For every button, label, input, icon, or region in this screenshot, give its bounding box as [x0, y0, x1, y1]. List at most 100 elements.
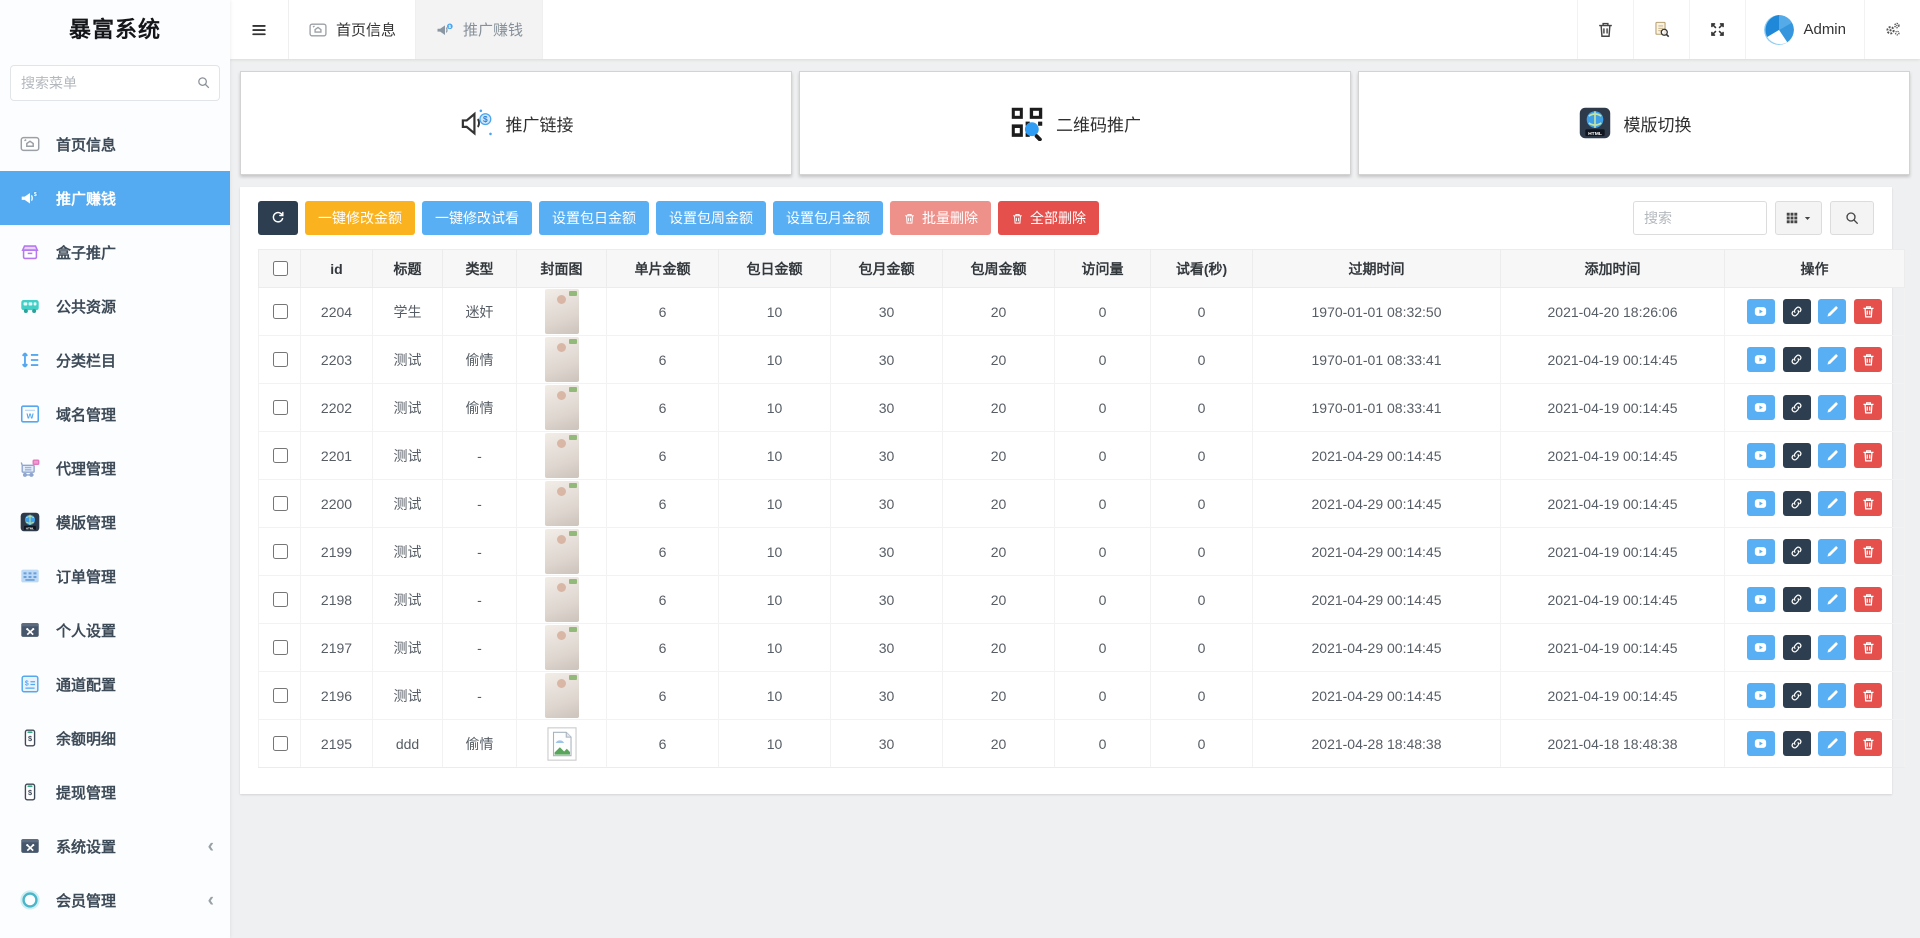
row-checkbox[interactable]: [273, 544, 288, 559]
broken-image-icon[interactable]: [547, 727, 577, 761]
delete-button[interactable]: [1854, 443, 1882, 468]
sidebar-item[interactable]: $ 推广赚钱 ‹: [0, 171, 230, 225]
link-button[interactable]: [1783, 731, 1811, 756]
play-button[interactable]: [1747, 347, 1775, 372]
play-button[interactable]: [1747, 443, 1775, 468]
play-button[interactable]: [1747, 683, 1775, 708]
delete-button[interactable]: [1854, 491, 1882, 516]
link-button[interactable]: [1783, 443, 1811, 468]
delete-button[interactable]: [1854, 731, 1882, 756]
row-checkbox[interactable]: [273, 448, 288, 463]
clear-cache-button[interactable]: [1577, 0, 1633, 59]
sidebar-item[interactable]: 会员管理 ‹: [0, 873, 230, 927]
select-all-checkbox[interactable]: [273, 261, 288, 276]
link-button[interactable]: [1783, 683, 1811, 708]
link-button[interactable]: [1783, 587, 1811, 612]
sidebar-item[interactable]: 首页信息 ‹: [0, 117, 230, 171]
sidebar-item[interactable]: 系统设置 ‹: [0, 819, 230, 873]
edit-button[interactable]: [1818, 347, 1846, 372]
row-checkbox[interactable]: [273, 352, 288, 367]
refresh-button[interactable]: [258, 201, 298, 235]
play-button[interactable]: [1747, 539, 1775, 564]
row-checkbox[interactable]: [273, 304, 288, 319]
link-button[interactable]: [1783, 299, 1811, 324]
cover-thumbnail[interactable]: [545, 337, 579, 382]
set-month-price-button[interactable]: 设置包月金额: [773, 201, 883, 235]
card-template-switch[interactable]: HTML 模版切换: [1358, 71, 1910, 175]
sidebar-item[interactable]: 个人设置 ‹: [0, 603, 230, 657]
edit-button[interactable]: [1818, 491, 1846, 516]
edit-button[interactable]: [1818, 539, 1846, 564]
cover-thumbnail[interactable]: [545, 289, 579, 334]
bulk-edit-preview-button[interactable]: 一键修改试看: [422, 201, 532, 235]
cover-thumbnail[interactable]: [545, 673, 579, 718]
sidebar-item[interactable]: HTML 模版管理 ‹: [0, 495, 230, 549]
fullscreen-button[interactable]: [1689, 0, 1745, 59]
card-promo-link[interactable]: $ 推广链接: [240, 71, 792, 175]
delete-button[interactable]: [1854, 299, 1882, 324]
play-button[interactable]: [1747, 635, 1775, 660]
card-qrcode-promo[interactable]: 二维码推广: [799, 71, 1351, 175]
play-button[interactable]: [1747, 299, 1775, 324]
link-button[interactable]: [1783, 539, 1811, 564]
cover-thumbnail[interactable]: [545, 577, 579, 622]
sidebar-item[interactable]: 盒子推广 ‹: [0, 225, 230, 279]
play-button[interactable]: [1747, 731, 1775, 756]
delete-button[interactable]: [1854, 635, 1882, 660]
link-button[interactable]: [1783, 635, 1811, 660]
sidebar-item[interactable]: $ 提现管理 ‹: [0, 765, 230, 819]
delete-button[interactable]: [1854, 587, 1882, 612]
tab-home-info[interactable]: 首页信息: [288, 0, 416, 59]
sidebar-item[interactable]: $ 通道配置 ‹: [0, 657, 230, 711]
sidebar-item[interactable]: 公共资源 ‹: [0, 279, 230, 333]
play-button[interactable]: [1747, 395, 1775, 420]
delete-button[interactable]: [1854, 395, 1882, 420]
delete-button[interactable]: [1854, 683, 1882, 708]
cover-thumbnail[interactable]: [545, 529, 579, 574]
delete-button[interactable]: [1854, 539, 1882, 564]
cover-thumbnail[interactable]: [545, 625, 579, 670]
delete-all-button[interactable]: 全部删除: [998, 201, 1099, 235]
edit-button[interactable]: [1818, 395, 1846, 420]
sidebar-item[interactable]: 订单管理 ‹: [0, 549, 230, 603]
row-checkbox[interactable]: [273, 640, 288, 655]
edit-button[interactable]: [1818, 299, 1846, 324]
play-button[interactable]: [1747, 491, 1775, 516]
sidebar-item[interactable]: $ 余额明细 ‹: [0, 711, 230, 765]
row-checkbox[interactable]: [273, 688, 288, 703]
edit-button[interactable]: [1818, 635, 1846, 660]
row-checkbox[interactable]: [273, 736, 288, 751]
tab-promo-earn[interactable]: $ 推广赚钱: [416, 0, 543, 59]
link-button[interactable]: [1783, 395, 1811, 420]
row-checkbox[interactable]: [273, 592, 288, 607]
user-menu[interactable]: Admin: [1745, 0, 1864, 59]
cover-thumbnail[interactable]: [545, 433, 579, 478]
row-checkbox[interactable]: [273, 400, 288, 415]
delete-button[interactable]: [1854, 347, 1882, 372]
menu-toggle-button[interactable]: [230, 0, 288, 59]
cover-thumbnail[interactable]: [545, 481, 579, 526]
bulk-edit-amount-button[interactable]: 一键修改金额: [305, 201, 415, 235]
batch-delete-button[interactable]: 批量删除: [890, 201, 991, 235]
play-button[interactable]: [1747, 587, 1775, 612]
search-button[interactable]: [1830, 201, 1874, 235]
row-checkbox[interactable]: [273, 496, 288, 511]
cover-thumbnail[interactable]: [545, 385, 579, 430]
set-week-price-button[interactable]: 设置包周金额: [656, 201, 766, 235]
edit-button[interactable]: [1818, 683, 1846, 708]
link-button[interactable]: [1783, 491, 1811, 516]
set-day-price-button[interactable]: 设置包日金额: [539, 201, 649, 235]
edit-button[interactable]: [1818, 731, 1846, 756]
columns-toggle-button[interactable]: [1775, 201, 1822, 235]
link-button[interactable]: [1783, 347, 1811, 372]
sidebar-item[interactable]: w 域名管理 ‹: [0, 387, 230, 441]
link-icon: [1789, 544, 1804, 559]
table-search-input[interactable]: [1633, 201, 1767, 235]
sidebar-item[interactable]: 分类栏目 ‹: [0, 333, 230, 387]
sidebar-item[interactable]: 代理管理 ‹: [0, 441, 230, 495]
edit-button[interactable]: [1818, 443, 1846, 468]
menu-search-input[interactable]: [10, 65, 220, 101]
edit-button[interactable]: [1818, 587, 1846, 612]
log-search-button[interactable]: [1633, 0, 1689, 59]
settings-button[interactable]: [1864, 0, 1920, 59]
